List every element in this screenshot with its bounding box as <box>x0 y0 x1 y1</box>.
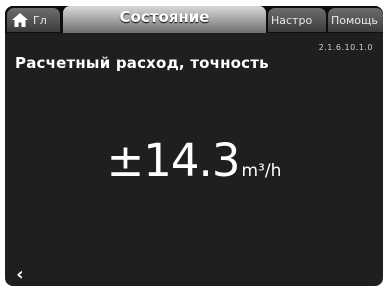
tab-bar: Гл Состояние Настро Помощь <box>5 6 383 33</box>
tab-status[interactable]: Состояние <box>63 6 266 33</box>
measurement-value: ±14.3 <box>106 134 241 187</box>
menu-version-code: 2.1.6.10.1.0 <box>318 43 373 52</box>
tab-help[interactable]: Помощь <box>328 8 383 32</box>
tab-help-label: Помощь <box>331 13 378 27</box>
tab-status-label: Состояние <box>119 8 210 26</box>
tab-settings[interactable]: Настро <box>268 8 326 32</box>
tab-home-label: Гл <box>33 13 47 27</box>
page-title: Расчетный расход, точность <box>15 54 269 72</box>
tab-settings-label: Настро <box>271 13 313 27</box>
measurement-display: ±14.3 m³/h <box>5 134 383 187</box>
back-button[interactable]: ‹ <box>11 263 29 285</box>
measurement-unit: m³/h <box>241 161 282 181</box>
home-icon <box>12 13 28 27</box>
chevron-left-icon: ‹ <box>16 263 24 285</box>
tab-home[interactable]: Гл <box>7 8 60 32</box>
device-screen: Гл Состояние Настро Помощь 2.1.6.10.1.0 … <box>5 6 383 286</box>
